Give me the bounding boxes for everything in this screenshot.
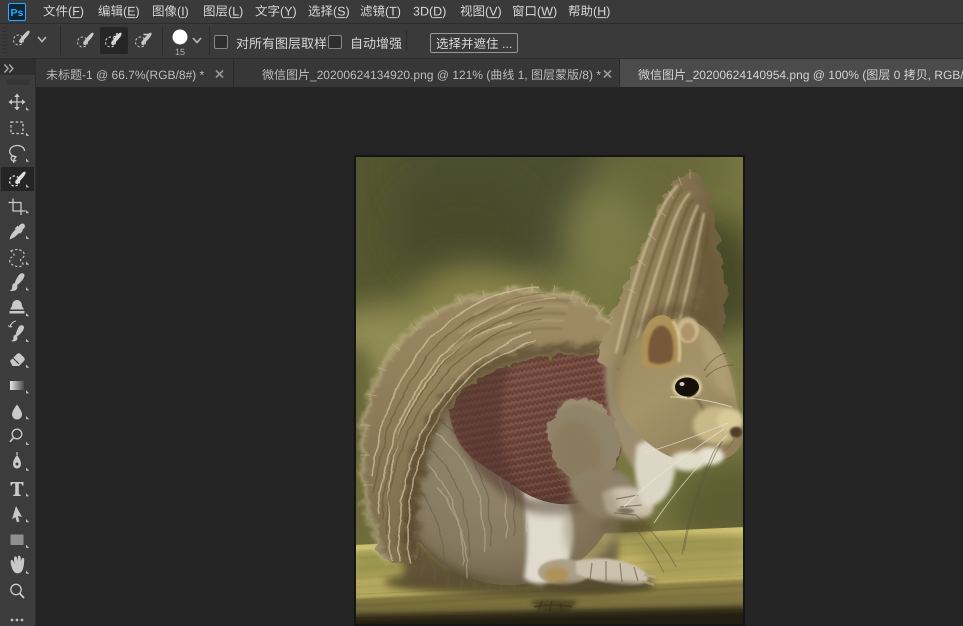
svg-text:Ps: Ps [11, 7, 24, 19]
